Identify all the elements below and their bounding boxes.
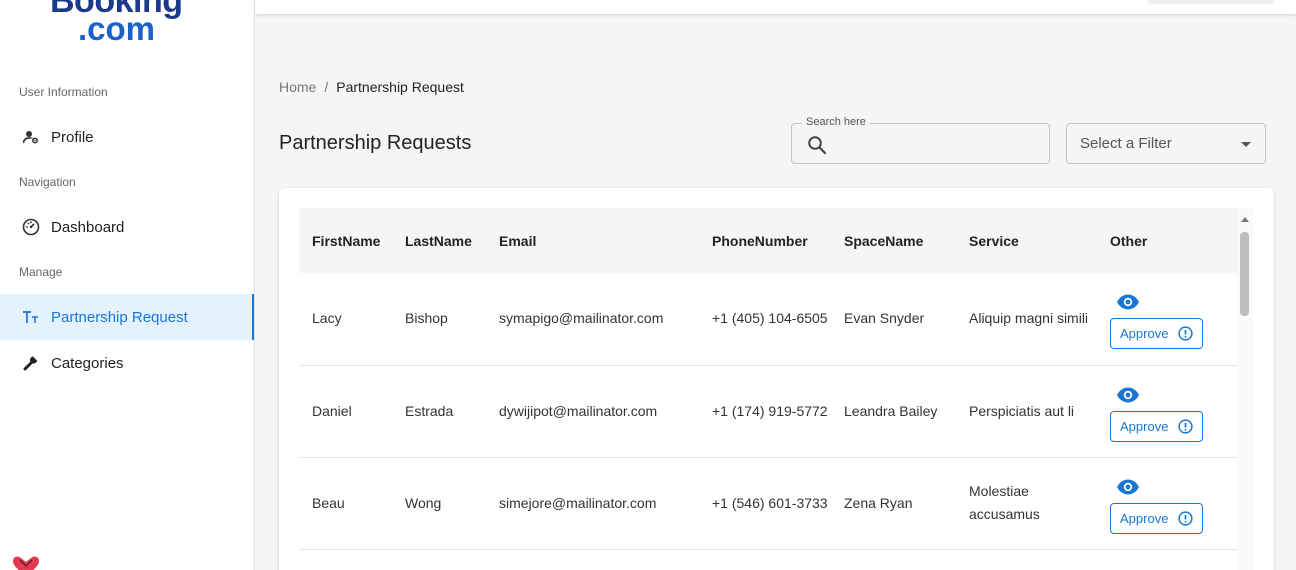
cell-spacename: Evan Snyder [844, 310, 925, 327]
view-eye-icon[interactable] [1116, 479, 1140, 495]
column-header-firstname[interactable]: FirstName [299, 208, 392, 273]
approve-label: Approve [1120, 418, 1169, 434]
column-header-lastname[interactable]: LastName [392, 208, 486, 273]
breadcrumb-home-link[interactable]: Home [279, 79, 316, 95]
table-card: FirstName LastName Email PhoneNumber Spa… [279, 188, 1274, 570]
column-header-phonenumber[interactable]: PhoneNumber [699, 208, 831, 273]
sidebar-item-profile[interactable]: Profile [0, 114, 254, 160]
sidebar-item-partnership-request[interactable]: Partnership Request [0, 294, 254, 340]
table-container[interactable]: FirstName LastName Email PhoneNumber Spa… [299, 208, 1238, 570]
cell-lastname: Bishop [405, 310, 448, 327]
scrollbar-thumb[interactable] [1240, 232, 1249, 316]
sidebar-item-label: Partnership Request [51, 308, 188, 326]
view-eye-icon[interactable] [1116, 387, 1140, 403]
search-icon [808, 136, 827, 155]
table-row[interactable]: Daniel Estrada dywijipot@mailinator.com … [299, 365, 1238, 457]
filter-placeholder: Select a Filter [1080, 135, 1172, 152]
approve-label: Approve [1120, 510, 1169, 526]
table-row[interactable]: Beau Wong simejore@mailinator.com +1 (54… [299, 457, 1238, 549]
section-label-manage: Manage [19, 265, 63, 279]
sidebar-item-label: Categories [51, 354, 124, 372]
dashboard-icon [22, 218, 40, 236]
sidebar: Booking .com User Information Profile Na… [0, 0, 255, 570]
cell-lastname: Wong [405, 494, 442, 511]
table-header-row: FirstName LastName Email PhoneNumber Spa… [299, 208, 1238, 273]
cell-service: Molestiae accusamus [969, 483, 1040, 522]
view-eye-icon[interactable] [1116, 294, 1140, 310]
cell-other: Approve [1097, 457, 1238, 549]
breadcrumb: Home / Partnership Request [279, 79, 464, 95]
cell-firstname: Lacy [312, 310, 342, 327]
section-label-navigation: Navigation [19, 175, 76, 189]
cell-firstname: Beau [312, 494, 345, 511]
cell-spacename: Zena Ryan [844, 494, 913, 511]
user-menu[interactable] [1148, 0, 1274, 4]
search-field[interactable]: Search here [791, 116, 1050, 164]
sidebar-item-label: Dashboard [51, 218, 125, 236]
info-icon [1178, 418, 1194, 434]
breadcrumb-current: Partnership Request [336, 79, 464, 95]
section-label-user-information: User Information [19, 85, 108, 99]
filter-select[interactable]: Select a Filter [1066, 123, 1266, 164]
cell-spacename: Leandra Bailey [844, 402, 938, 419]
breadcrumb-separator: / [324, 79, 329, 95]
cell-service: Perspiciatis aut li [969, 402, 1075, 419]
cell-other: Approve [1097, 273, 1238, 365]
heart-logo-icon [13, 556, 39, 570]
info-icon [1178, 326, 1194, 341]
chevron-down-icon [1241, 142, 1251, 147]
cell-firstname: Daniel [312, 402, 352, 419]
cell-lastname: Estrada [405, 402, 454, 419]
wrench-icon [22, 354, 40, 372]
sidebar-item-label: Profile [51, 128, 94, 146]
approve-button[interactable]: Approve [1110, 318, 1204, 350]
search-input[interactable] [836, 132, 1036, 156]
partnership-table: FirstName LastName Email PhoneNumber Spa… [299, 208, 1238, 550]
cell-phone: +1 (546) 601-3733 [712, 494, 828, 511]
brand-logo[interactable]: Booking .com [50, 0, 183, 45]
cell-other: Approve [1097, 365, 1238, 457]
search-label: Search here [802, 116, 870, 128]
user-settings-icon [22, 128, 40, 146]
approve-button[interactable]: Approve [1110, 502, 1204, 534]
table-row[interactable]: Lacy Bishop symapigo@mailinator.com +1 (… [299, 273, 1238, 365]
top-app-bar [255, 0, 1296, 14]
info-icon [1178, 510, 1194, 526]
sidebar-item-dashboard[interactable]: Dashboard [0, 204, 254, 250]
cell-email: symapigo@mailinator.com [499, 310, 664, 327]
text-fields-icon [22, 308, 40, 326]
cell-phone: +1 (174) 919-5772 [712, 402, 828, 419]
column-header-other[interactable]: Other [1097, 208, 1238, 273]
page-title: Partnership Requests [279, 132, 472, 154]
approve-label: Approve [1120, 326, 1169, 342]
column-header-service[interactable]: Service [956, 208, 1097, 273]
cell-service: Aliquip magni simili [969, 310, 1089, 327]
cell-email: simejore@mailinator.com [499, 494, 657, 511]
cell-phone: +1 (405) 104-6505 [712, 310, 828, 327]
sidebar-item-categories[interactable]: Categories [0, 340, 254, 386]
column-header-email[interactable]: Email [486, 208, 699, 273]
approve-button[interactable]: Approve [1110, 410, 1204, 442]
cell-email: dywijipot@mailinator.com [499, 402, 658, 419]
scroll-up-arrow-icon[interactable] [1241, 217, 1249, 222]
column-header-spacename[interactable]: SpaceName [831, 208, 956, 273]
